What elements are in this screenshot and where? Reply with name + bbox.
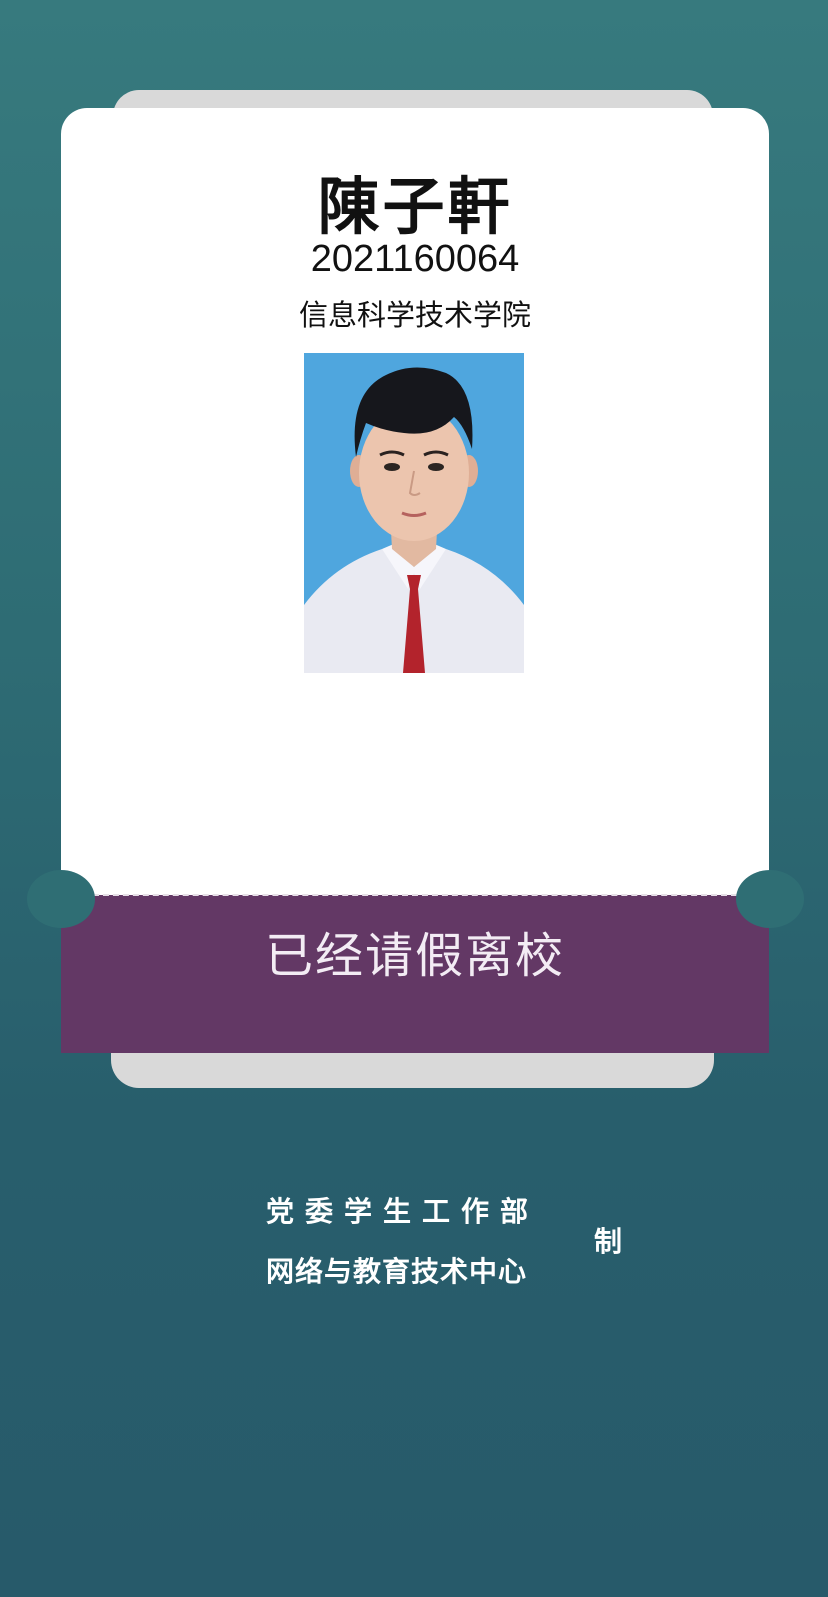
student-portrait-icon	[304, 353, 524, 673]
issuer-department: 党委学生工作部	[266, 1195, 540, 1228]
college-name: 信息科学技术学院	[298, 298, 531, 332]
student-id: 2021160064	[310, 238, 520, 280]
perforation-line	[93, 894, 737, 896]
student-photo	[304, 353, 524, 673]
leave-status-label: 已经请假离校	[264, 928, 565, 984]
ticket-notch-right	[736, 870, 804, 928]
leave-pass-card: 陳子軒 2021160064 信息科学技术学院 已经请假离校	[61, 108, 769, 1053]
issuer-made-by: 制	[594, 1225, 623, 1258]
student-name: 陳子軒	[317, 170, 513, 243]
issuer-credits: 党委学生工作部 网络与教育技术中心 制	[266, 1190, 646, 1300]
issuer-center: 网络与教育技术中心	[266, 1255, 528, 1288]
ticket-notch-left	[27, 870, 95, 928]
